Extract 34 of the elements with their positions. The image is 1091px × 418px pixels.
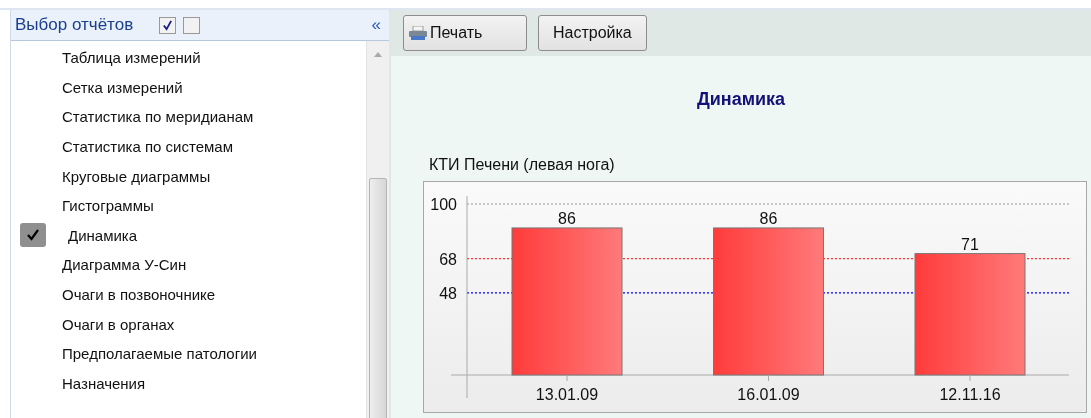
report-item[interactable]: Очаги в позвоночнике	[11, 279, 366, 310]
report-item[interactable]: Круговые диаграммы	[11, 161, 366, 191]
report-item[interactable]: Сетка измерений	[11, 72, 366, 103]
y-tick-label: 48	[439, 284, 457, 302]
y-tick-label: 68	[439, 250, 457, 268]
report-item[interactable]: Динамика	[11, 220, 366, 251]
check-icon	[162, 19, 174, 31]
toolbar-button[interactable]: Настройка	[538, 15, 647, 51]
report-item[interactable]: Назначения	[11, 368, 366, 399]
scroll-up-icon[interactable]	[374, 52, 382, 57]
value-label: 86	[759, 209, 778, 227]
scrollbar-thumb[interactable]	[369, 178, 387, 418]
value-label: 86	[558, 209, 576, 227]
x-tick-label: 16.01.09	[737, 386, 800, 403]
report-item[interactable]: Статистика по меридианам	[11, 102, 366, 132]
panel-title: Выбор отчётов	[15, 15, 134, 35]
y-tick-label: 100	[430, 196, 457, 213]
collapse-button[interactable]: «	[371, 15, 381, 35]
x-tick-label: 12.11.16	[939, 386, 1001, 403]
toolbar-button[interactable]: Печать	[403, 15, 527, 51]
select-none-checkbox[interactable]	[183, 16, 201, 34]
report-item[interactable]: Очаги в органах	[11, 309, 366, 339]
chart-title: КТИ Печени (левая нога)	[429, 156, 616, 174]
x-tick-label: 13.01.09	[535, 386, 599, 403]
report-item[interactable]: Предполагаемые патологии	[11, 338, 366, 369]
report-item[interactable]: Таблица измерений	[11, 43, 366, 73]
report-item[interactable]: Гистограммы	[11, 190, 366, 221]
printer-icon	[408, 26, 428, 40]
report-title: Динамика	[695, 89, 787, 110]
scrollbar[interactable]	[366, 41, 389, 418]
report-item[interactable]: Статистика по системам	[11, 131, 366, 162]
select-all-checkbox[interactable]	[159, 16, 177, 34]
report-item[interactable]: Диаграмма У-Син	[11, 250, 366, 280]
value-label: 71	[961, 235, 979, 253]
